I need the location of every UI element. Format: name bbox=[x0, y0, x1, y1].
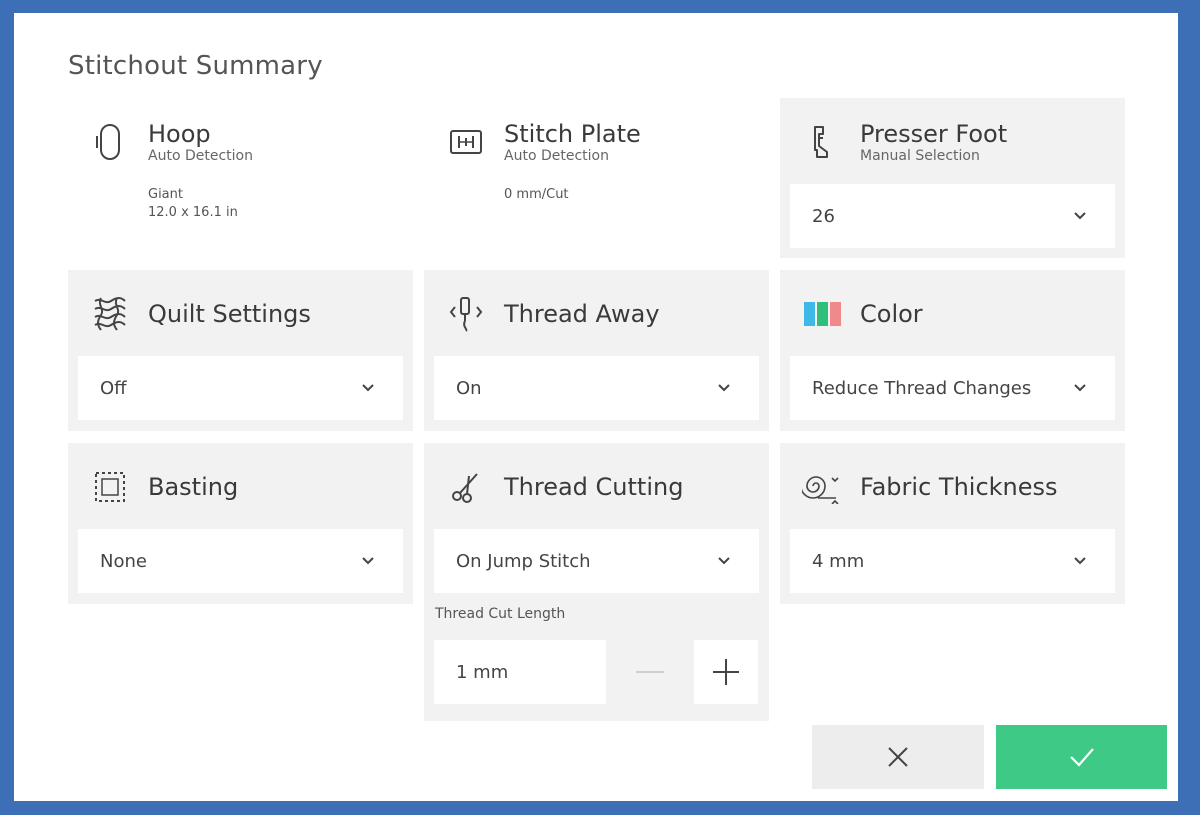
hoop-subtitle: Auto Detection bbox=[148, 148, 253, 164]
presser-foot-dropdown[interactable]: 26 bbox=[790, 184, 1115, 248]
presser-foot-subtitle: Manual Selection bbox=[860, 148, 980, 164]
scissors-icon bbox=[446, 467, 486, 507]
quilt-settings-panel: Quilt Settings Off bbox=[68, 270, 413, 431]
thread-away-panel: Thread Away On bbox=[424, 270, 769, 431]
quilt-icon bbox=[90, 294, 130, 334]
hoop-icon bbox=[90, 122, 130, 162]
presser-foot-panel: Presser Foot Manual Selection 26 bbox=[780, 98, 1125, 258]
fabric-thickness-value: 4 mm bbox=[812, 550, 865, 572]
thread-away-value: On bbox=[456, 377, 482, 399]
chevron-down-icon bbox=[718, 557, 730, 565]
dialog-title: Stitchout Summary bbox=[68, 51, 323, 81]
quilt-settings-title: Quilt Settings bbox=[148, 300, 311, 328]
chevron-down-icon bbox=[362, 384, 374, 392]
basting-icon bbox=[90, 467, 130, 507]
stitch-plate-panel: Stitch Plate Auto Detection 0 mm/Cut bbox=[424, 98, 769, 258]
thread-away-dropdown[interactable]: On bbox=[434, 356, 759, 420]
chevron-down-icon bbox=[718, 384, 730, 392]
color-panel: Color Reduce Thread Changes bbox=[780, 270, 1125, 431]
presser-foot-title: Presser Foot bbox=[860, 120, 1008, 148]
thread-cut-length-label: Thread Cut Length bbox=[435, 606, 566, 622]
plus-icon bbox=[713, 659, 739, 685]
stitchout-summary-dialog: Stitchout Summary Hoop Auto Detection Gi… bbox=[14, 13, 1178, 801]
chevron-down-icon bbox=[1074, 384, 1086, 392]
color-value: Reduce Thread Changes bbox=[812, 377, 1032, 399]
cancel-button[interactable] bbox=[812, 725, 984, 789]
quilt-settings-value: Off bbox=[100, 377, 127, 399]
hoop-panel: Hoop Auto Detection Giant 12.0 x 16.1 in bbox=[68, 98, 413, 258]
close-icon bbox=[888, 747, 908, 767]
fabric-thickness-dropdown[interactable]: 4 mm bbox=[790, 529, 1115, 593]
hoop-title: Hoop bbox=[148, 120, 211, 148]
color-bars-icon bbox=[802, 294, 842, 334]
stitch-plate-title: Stitch Plate bbox=[504, 120, 641, 148]
chevron-down-icon bbox=[1074, 212, 1086, 220]
basting-panel: Basting None bbox=[68, 443, 413, 604]
chevron-down-icon bbox=[1074, 557, 1086, 565]
thread-cut-length-value: 1 mm bbox=[456, 661, 509, 683]
hoop-size-name: Giant bbox=[148, 187, 183, 202]
fabric-thickness-panel: Fabric Thickness 4 mm bbox=[780, 443, 1125, 604]
presser-foot-icon bbox=[802, 122, 842, 162]
fabric-roll-icon bbox=[802, 467, 842, 507]
presser-foot-value: 26 bbox=[812, 205, 835, 227]
color-dropdown[interactable]: Reduce Thread Changes bbox=[790, 356, 1115, 420]
minus-icon bbox=[636, 671, 664, 673]
basting-value: None bbox=[100, 550, 147, 572]
thread-cutting-dropdown[interactable]: On Jump Stitch bbox=[434, 529, 759, 593]
increase-length-button[interactable] bbox=[694, 640, 758, 704]
thread-cutting-panel: Thread Cutting On Jump Stitch Thread Cut… bbox=[424, 443, 769, 721]
thread-away-icon bbox=[446, 294, 486, 334]
basting-dropdown[interactable]: None bbox=[78, 529, 403, 593]
thread-cutting-value: On Jump Stitch bbox=[456, 550, 591, 572]
checkmark-icon bbox=[1069, 748, 1094, 767]
thread-away-title: Thread Away bbox=[504, 300, 660, 328]
fabric-thickness-title: Fabric Thickness bbox=[860, 473, 1058, 501]
quilt-settings-dropdown[interactable]: Off bbox=[78, 356, 403, 420]
chevron-down-icon bbox=[362, 557, 374, 565]
stitch-plate-icon bbox=[446, 122, 486, 162]
decrease-length-button[interactable] bbox=[618, 640, 682, 704]
thread-cutting-title: Thread Cutting bbox=[504, 473, 684, 501]
basting-title: Basting bbox=[148, 473, 239, 501]
color-title: Color bbox=[860, 300, 923, 328]
stitch-plate-value: 0 mm/Cut bbox=[504, 187, 569, 202]
confirm-button[interactable] bbox=[996, 725, 1167, 789]
stitch-plate-subtitle: Auto Detection bbox=[504, 148, 609, 164]
thread-cut-length-field[interactable]: 1 mm bbox=[434, 640, 606, 704]
hoop-dimensions: 12.0 x 16.1 in bbox=[148, 205, 238, 220]
